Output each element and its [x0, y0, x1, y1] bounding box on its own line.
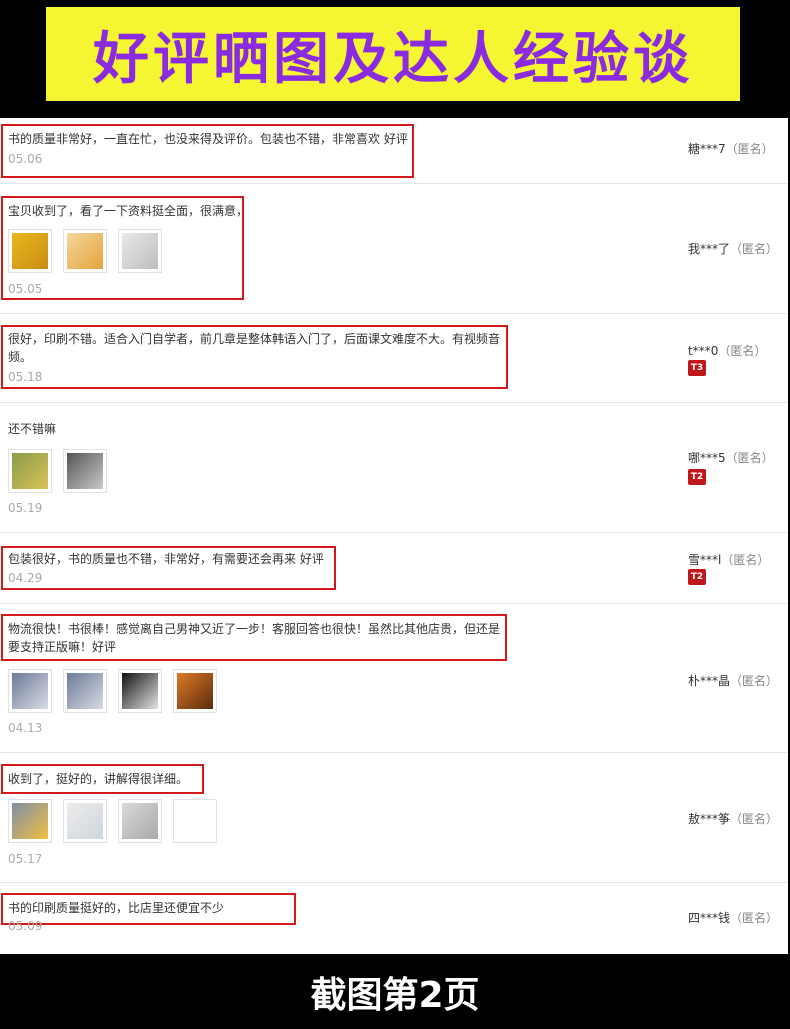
anonymous-label: （匿名）: [721, 553, 770, 567]
review-images: [8, 669, 217, 713]
anonymous-label: （匿名）: [725, 451, 774, 465]
review-image-thumb[interactable]: [118, 799, 162, 843]
review-image-thumb[interactable]: [173, 799, 217, 843]
review-item: 物流很快！书很棒！感觉离自己男神又近了一步！客服回答也很快！虽然比其他店贵，但还…: [0, 604, 788, 753]
anonymous-label: （匿名）: [730, 911, 779, 925]
review-image-thumb[interactable]: [8, 449, 52, 493]
review-item: 书的质量非常好，一直在忙，也没来得及评价。包装也不错，非常喜欢 好评 05.06…: [0, 118, 788, 184]
anonymous-label: （匿名）: [730, 674, 779, 688]
reviewer-name: 四***钱（匿名）: [688, 909, 778, 926]
review-date: 05.05: [8, 282, 43, 296]
review-item: 书的印刷质量挺好的，比店里还便宜不少 05.09 四***钱（匿名）: [0, 883, 788, 954]
footer: 截图第2页: [0, 954, 790, 1029]
review-image-thumb[interactable]: [118, 669, 162, 713]
review-date: 05.18: [8, 370, 43, 384]
review-list: 书的质量非常好，一直在忙，也没来得及评价。包装也不错，非常喜欢 好评 05.06…: [0, 118, 788, 954]
review-text: 书的质量非常好，一直在忙，也没来得及评价。包装也不错，非常喜欢 好评: [8, 132, 408, 146]
review-date: 05.17: [8, 852, 43, 866]
anonymous-label: （匿名）: [730, 812, 779, 826]
page-caption: 截图第2页: [310, 974, 480, 1016]
reviewer-id: 我***了: [688, 242, 731, 256]
anonymous-label: （匿名）: [725, 142, 774, 156]
review-date: 05.06: [8, 152, 43, 166]
review-item: 很好，印刷不错。适合入门自学者，前几章是整体韩语入门了，后面课文难度不大。有视频…: [0, 314, 788, 403]
review-text: 宝贝收到了，看了一下资料挺全面，很满意，: [8, 204, 249, 218]
level-badge: T2: [688, 469, 706, 485]
review-image-thumb[interactable]: [8, 229, 52, 273]
review-image-thumb[interactable]: [8, 799, 52, 843]
review-image-thumb[interactable]: [173, 669, 217, 713]
level-badge: T2: [688, 569, 706, 585]
reviewer-name: 敖***筝（匿名）: [688, 810, 778, 827]
reviewer-id: 哪***5: [688, 451, 726, 465]
review-image-thumb[interactable]: [63, 669, 107, 713]
reviewer-id: 朴***晶: [688, 674, 731, 688]
reviewer-name: 雪***l（匿名）: [688, 551, 769, 568]
banner: 好评晒图及达人经验谈: [46, 7, 740, 101]
review-item: 包装很好，书的质量也不错，非常好，有需要还会再来 好评 04.29 雪***l（…: [0, 533, 788, 604]
reviewer-id: 糖***7: [688, 142, 726, 156]
review-text: 很好，印刷不错。适合入门自学者，前几章是整体韩语入门了，后面课文难度不大。有视频…: [8, 332, 501, 364]
reviewer-name: t***0（匿名）: [688, 342, 766, 359]
reviewer-name: 朴***晶（匿名）: [688, 672, 778, 689]
reviewer-id: t***0: [688, 344, 719, 358]
banner-title: 好评晒图及达人经验谈: [93, 26, 693, 92]
review-item: 收到了，挺好的，讲解得很详细。 05.17 敖***筝（匿名）: [0, 753, 788, 883]
review-text: 物流很快！书很棒！感觉离自己男神又近了一步！客服回答也很快！虽然比其他店贵，但还…: [8, 622, 501, 654]
review-text: 包装很好，书的质量也不错，非常好，有需要还会再来 好评: [8, 552, 324, 566]
reviewer-name: 哪***5（匿名）: [688, 449, 774, 466]
review-image-thumb[interactable]: [63, 799, 107, 843]
anonymous-label: （匿名）: [718, 344, 767, 358]
reviewer-id: 敖***筝: [688, 812, 731, 826]
level-badge: T3: [688, 360, 706, 376]
anonymous-label: （匿名）: [730, 242, 779, 256]
reviewer-id: 四***钱: [688, 911, 731, 925]
review-item: 还不错嘛 05.19 哪***5（匿名） T2: [0, 403, 788, 533]
review-images: [8, 449, 107, 493]
review-image-thumb[interactable]: [8, 669, 52, 713]
review-date: 04.29: [8, 571, 43, 585]
review-date: 04.13: [8, 721, 43, 735]
review-text: 还不错嘛: [8, 422, 57, 436]
reviewer-id: 雪***l: [688, 553, 722, 567]
reviewer-name: 我***了（匿名）: [688, 240, 778, 257]
review-text: 收到了，挺好的，讲解得很详细。: [8, 772, 189, 786]
review-image-thumb[interactable]: [63, 229, 107, 273]
review-image-thumb[interactable]: [118, 229, 162, 273]
review-image-thumb[interactable]: [63, 449, 107, 493]
review-images: [8, 229, 162, 273]
review-item: 宝贝收到了，看了一下资料挺全面，很满意， 05.05 我***了（匿名）: [0, 184, 788, 314]
review-images: [8, 799, 217, 843]
reviewer-name: 糖***7（匿名）: [688, 140, 774, 157]
review-date: 05.09: [8, 919, 43, 933]
review-text: 书的印刷质量挺好的，比店里还便宜不少: [8, 901, 225, 915]
review-date: 05.19: [8, 501, 43, 515]
